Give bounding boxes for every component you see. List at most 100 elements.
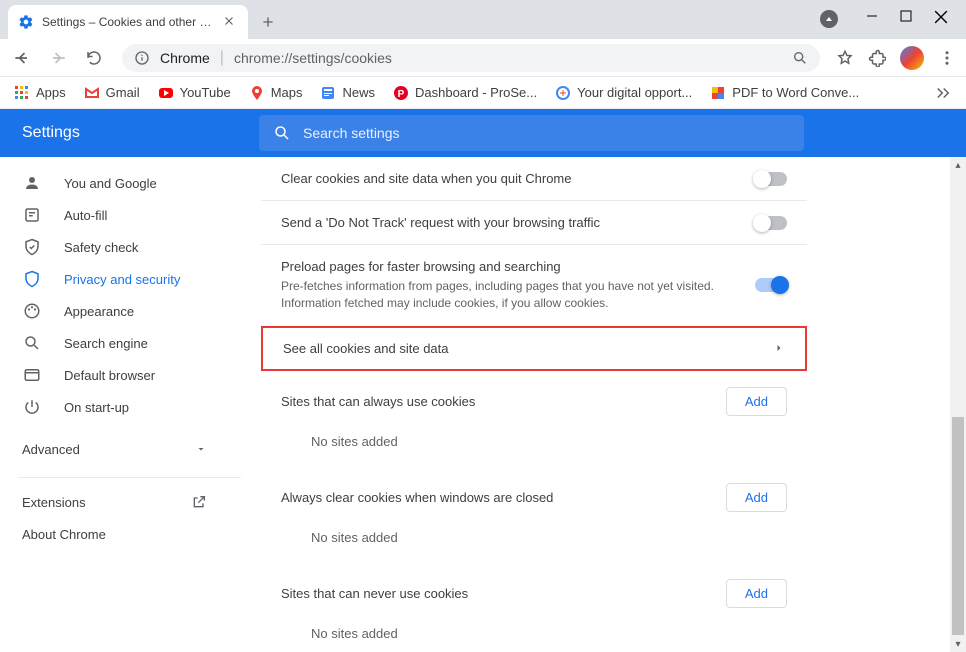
toggle-preload[interactable]	[755, 278, 787, 292]
sidebar-item-label: Appearance	[64, 304, 134, 319]
address-bar[interactable]: Chrome | chrome://settings/cookies	[122, 44, 820, 72]
external-link-icon	[191, 494, 207, 510]
toggle-do-not-track[interactable]	[755, 216, 787, 230]
page-title: Settings	[0, 124, 259, 142]
sidebar-item-label: You and Google	[64, 176, 157, 191]
bookmark-youtube[interactable]: YouTube	[158, 85, 231, 101]
divider	[18, 477, 241, 478]
sidebar-item-label: Safety check	[64, 240, 138, 255]
maximize-button[interactable]	[900, 10, 912, 28]
settings-search[interactable]	[259, 115, 804, 151]
maps-icon	[249, 85, 265, 101]
youtube-icon	[158, 85, 174, 101]
sidebar-item-privacy-security[interactable]: Privacy and security	[0, 263, 243, 295]
bookmark-label: Gmail	[106, 85, 140, 100]
add-button[interactable]: Add	[726, 387, 787, 416]
section-title: Always clear cookies when windows are cl…	[281, 490, 726, 505]
svg-text:P: P	[398, 89, 405, 100]
sidebar-about-chrome[interactable]: About Chrome	[0, 518, 259, 550]
minimize-button[interactable]	[866, 10, 878, 28]
bookmark-gmail[interactable]: Gmail	[84, 85, 140, 101]
reload-button[interactable]	[82, 46, 106, 70]
empty-state: No sites added	[281, 608, 787, 652]
shield-icon	[22, 269, 42, 289]
close-tab-icon[interactable]	[222, 14, 238, 30]
close-window-button[interactable]	[934, 10, 948, 28]
add-button[interactable]: Add	[726, 483, 787, 512]
extensions-label: Extensions	[22, 495, 86, 510]
sidebar-item-search-engine[interactable]: Search engine	[0, 327, 243, 359]
setting-preload[interactable]: Preload pages for faster browsing and se…	[261, 244, 807, 326]
back-button[interactable]	[10, 46, 34, 70]
browser-tab[interactable]: Settings – Cookies and other site	[8, 5, 248, 39]
gmail-icon	[84, 85, 100, 101]
section-title: Sites that can never use cookies	[281, 586, 726, 601]
sidebar-item-safety-check[interactable]: Safety check	[0, 231, 243, 263]
see-all-cookies-row[interactable]: See all cookies and site data	[261, 326, 807, 371]
sidebar-item-on-startup[interactable]: On start-up	[0, 391, 243, 423]
sidebar-extensions[interactable]: Extensions	[0, 486, 259, 518]
toolbar: Chrome | chrome://settings/cookies	[0, 39, 966, 77]
bookmark-label: Apps	[36, 85, 66, 100]
address-text: Chrome | chrome://settings/cookies	[160, 49, 392, 67]
search-icon	[273, 124, 291, 142]
news-icon	[320, 85, 336, 101]
new-tab-button[interactable]	[254, 8, 282, 36]
bookmark-news[interactable]: News	[320, 85, 375, 101]
power-icon	[22, 397, 42, 417]
about-label: About Chrome	[22, 527, 106, 542]
incognito-icon	[820, 10, 838, 28]
advanced-label: Advanced	[22, 442, 80, 457]
bookmark-digital[interactable]: Your digital opport...	[555, 85, 692, 101]
sidebar-item-default-browser[interactable]: Default browser	[0, 359, 243, 391]
bookmark-label: Your digital opport...	[577, 85, 692, 100]
bookmarks-overflow-icon[interactable]	[934, 84, 952, 102]
settings-gear-icon	[18, 14, 34, 30]
setting-clear-on-quit[interactable]: Clear cookies and site data when you qui…	[261, 157, 807, 200]
sidebar-item-autofill[interactable]: Auto-fill	[0, 199, 243, 231]
chrome-menu-icon[interactable]	[938, 49, 956, 67]
browser-icon	[22, 365, 42, 385]
extensions-icon[interactable]	[868, 49, 886, 67]
sidebar-item-label: Privacy and security	[64, 272, 180, 287]
bookmark-star-icon[interactable]	[836, 49, 854, 67]
site-info-icon[interactable]	[134, 50, 150, 66]
bookmark-pdf[interactable]: PDF to Word Conve...	[710, 85, 859, 101]
empty-state: No sites added	[281, 416, 787, 467]
setting-label: Preload pages for faster browsing and se…	[281, 259, 755, 274]
zoom-icon[interactable]	[792, 50, 808, 66]
setting-label: Send a 'Do Not Track' request with your …	[281, 215, 755, 230]
section-always-allow: Sites that can always use cookies Add No…	[261, 371, 807, 467]
toggle-clear-on-quit[interactable]	[755, 172, 787, 186]
chevron-right-icon	[773, 342, 785, 354]
sidebar-item-you-and-google[interactable]: You and Google	[0, 167, 243, 199]
section-title: Sites that can always use cookies	[281, 394, 726, 409]
sidebar-advanced[interactable]: Advanced	[0, 429, 259, 469]
sidebar-item-label: Search engine	[64, 336, 148, 351]
forward-button[interactable]	[46, 46, 70, 70]
tab-title: Settings – Cookies and other site	[42, 15, 214, 29]
scroll-up-arrow[interactable]: ▴	[950, 157, 966, 173]
bookmark-dashboard[interactable]: P Dashboard - ProSe...	[393, 85, 537, 101]
scrollbar[interactable]: ▴ ▾	[950, 157, 966, 652]
sidebar-item-appearance[interactable]: Appearance	[0, 295, 243, 327]
settings-header: Settings	[0, 109, 966, 157]
profile-avatar[interactable]	[900, 46, 924, 70]
scroll-thumb[interactable]	[952, 417, 964, 635]
bookmark-apps[interactable]: Apps	[14, 85, 66, 101]
scroll-down-arrow[interactable]: ▾	[950, 636, 966, 652]
bookmark-maps[interactable]: Maps	[249, 85, 303, 101]
add-button[interactable]: Add	[726, 579, 787, 608]
bookmark-label: News	[342, 85, 375, 100]
pinterest-icon: P	[393, 85, 409, 101]
person-icon	[22, 173, 42, 193]
google-icon	[555, 85, 571, 101]
bookmark-label: Dashboard - ProSe...	[415, 85, 537, 100]
setting-description: Pre-fetches information from pages, incl…	[281, 278, 755, 312]
window-controls	[802, 0, 966, 38]
setting-do-not-track[interactable]: Send a 'Do Not Track' request with your …	[261, 200, 807, 244]
search-input[interactable]	[303, 125, 790, 141]
sidebar-item-label: On start-up	[64, 400, 129, 415]
autofill-icon	[22, 205, 42, 225]
pdf-icon	[710, 85, 726, 101]
